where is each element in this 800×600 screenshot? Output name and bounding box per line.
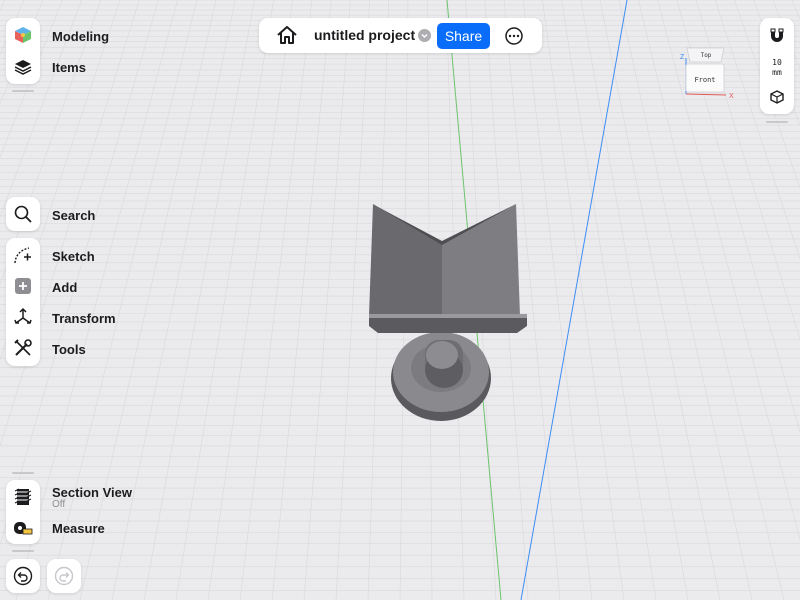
measure-label[interactable]: Measure [52,521,105,536]
search-panel [6,197,40,231]
tools-wrench-icon[interactable] [7,332,39,364]
layers-icon[interactable] [7,51,39,83]
top-toolbar: untitled project Share [259,18,542,53]
section-view-state: Off [52,499,66,510]
measure-tape-icon[interactable] [7,512,39,544]
section-view-label[interactable]: Section View [52,485,132,500]
grid-units-value: 10 [772,58,782,67]
grid-units[interactable]: 10 mm [760,58,794,78]
transform-icon[interactable] [7,301,39,333]
redo-icon [48,560,80,592]
items-label[interactable]: Items [52,60,86,75]
divider [12,472,34,474]
modeling-cube-icon[interactable] [7,19,39,51]
modeling-label[interactable]: Modeling [52,29,109,44]
tools-label[interactable]: Tools [52,342,86,357]
home-icon[interactable] [276,25,298,45]
add-icon[interactable] [7,270,39,302]
project-title[interactable]: untitled project [314,27,415,43]
workspace-panel [6,18,40,84]
sketch-icon[interactable] [7,239,39,271]
analysis-panel [6,480,40,544]
divider [766,121,788,123]
divider [12,550,34,552]
axis-x-label: X [729,93,734,100]
3d-model[interactable] [369,204,527,421]
axis-z-label: Z [680,54,685,61]
add-label[interactable]: Add [52,280,77,295]
divider [12,90,34,92]
project-menu-chevron-icon[interactable] [418,29,431,42]
search-label[interactable]: Search [52,208,95,223]
view-cube[interactable]: Top Front Z X [680,47,734,100]
transform-label[interactable]: Transform [52,311,116,326]
right-tools-panel: 10 mm [760,18,794,114]
search-icon[interactable] [7,198,39,230]
share-button[interactable]: Share [437,23,490,49]
undo-icon [7,560,39,592]
view-mode-cube-icon[interactable] [769,89,785,105]
undo-button[interactable] [6,559,40,593]
magnet-snap-icon[interactable] [768,27,786,45]
view-cube-front-label: Front [694,76,715,84]
more-options-icon[interactable] [505,27,523,45]
redo-button[interactable] [47,559,81,593]
3d-viewport[interactable]: Top Front Z X [0,0,800,600]
section-view-icon[interactable] [7,481,39,513]
grid-units-unit: mm [772,68,782,77]
view-cube-top-label: Top [701,52,712,59]
tools-panel [6,238,40,366]
sketch-label[interactable]: Sketch [52,249,95,264]
